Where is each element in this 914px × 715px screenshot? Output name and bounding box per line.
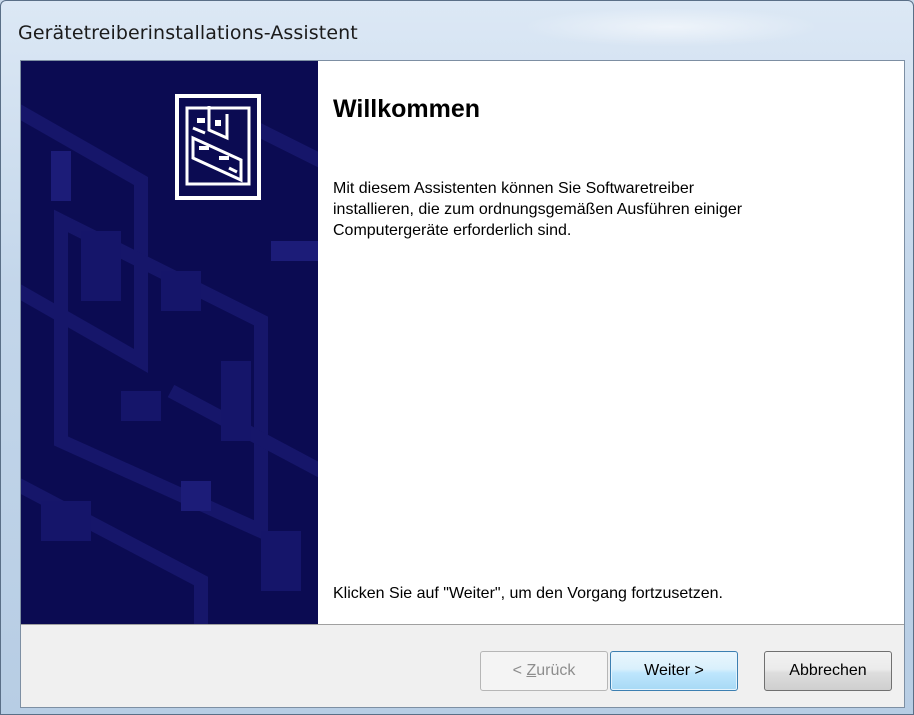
sidebar-circuit-graphic [21, 104, 318, 624]
back-button-mnemonic: Z [526, 662, 537, 679]
window-title: Gerätetreiberinstallations-Assistent [18, 22, 358, 44]
wizard-content-panel: Willkommen Mit diesem Assistenten können… [318, 61, 904, 624]
cancel-button[interactable]: Abbrechen [764, 651, 892, 691]
page-heading: Willkommen [333, 95, 481, 123]
wizard-window: Gerätetreiberinstallations-Assistent Wil… [0, 0, 914, 715]
wizard-sidebar-banner [21, 61, 318, 624]
continue-instruction: Klicken Sie auf "Weiter", um den Vorgang… [333, 585, 723, 602]
title-bar-glare [521, 7, 821, 47]
wizard-button-bar: < Zurück Weiter > Abbrechen [21, 624, 904, 707]
title-bar[interactable]: Gerätetreiberinstallations-Assistent [1, 1, 913, 59]
back-button-prefix: < [512, 662, 527, 679]
next-button[interactable]: Weiter > [610, 651, 738, 691]
back-button-label: urück [536, 662, 576, 679]
wizard-description: Mit diesem Assistenten können Sie Softwa… [333, 180, 743, 239]
wizard-client-area: Willkommen Mit diesem Assistenten können… [20, 60, 905, 708]
back-button[interactable]: < Zurück [480, 651, 608, 691]
hardware-card-icon [175, 94, 261, 200]
